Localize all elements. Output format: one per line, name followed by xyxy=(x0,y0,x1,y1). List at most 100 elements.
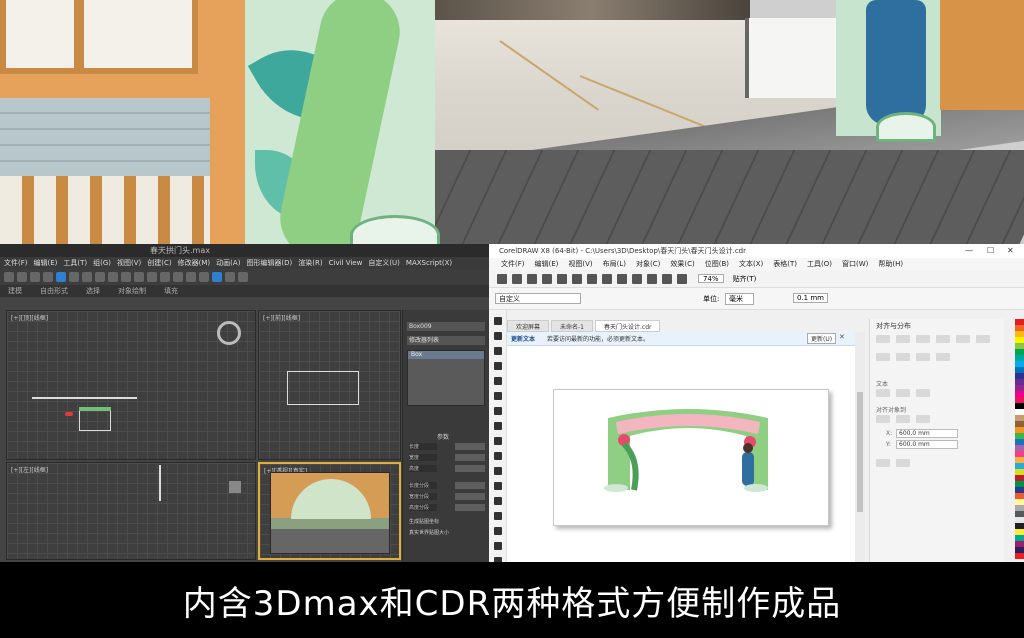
param-spinner[interactable] xyxy=(455,493,485,500)
update-button[interactable]: 更新(U) xyxy=(807,333,837,344)
align-left-icon[interactable] xyxy=(876,335,890,343)
scale-icon[interactable] xyxy=(108,272,118,282)
cut-icon[interactable] xyxy=(557,274,567,284)
rectangle-tool-icon[interactable] xyxy=(493,407,502,415)
render-icon[interactable] xyxy=(225,272,235,282)
align-target-icon[interactable] xyxy=(876,415,890,423)
eyedropper-icon[interactable] xyxy=(493,527,502,535)
max-menu-render[interactable]: 渲染(R) xyxy=(298,258,322,268)
material-editor-icon[interactable] xyxy=(199,272,209,282)
render-setup-icon[interactable] xyxy=(212,272,222,282)
copy-icon[interactable] xyxy=(572,274,582,284)
param-spinner[interactable] xyxy=(455,443,485,450)
distribute-icon[interactable] xyxy=(916,353,930,361)
x-position-field[interactable]: 600.0 mm xyxy=(896,429,958,438)
cdr-menu-window[interactable]: 窗口(W) xyxy=(842,259,868,269)
align-middle-icon[interactable] xyxy=(956,335,970,343)
zoom-tool-icon[interactable] xyxy=(493,362,502,370)
undo-icon[interactable] xyxy=(4,272,14,282)
tab-populate[interactable]: 填充 xyxy=(164,286,178,296)
max-menu-maxscript[interactable]: MAXScript(X) xyxy=(406,259,452,267)
print-icon[interactable] xyxy=(542,274,552,284)
y-position-field[interactable]: 600.0 mm xyxy=(896,440,958,449)
artistic-media-icon[interactable] xyxy=(493,392,502,400)
param-spinner[interactable] xyxy=(455,482,485,489)
viewcube-icon[interactable] xyxy=(217,321,241,345)
cdr-menu-text[interactable]: 文本(X) xyxy=(739,259,763,269)
freehand-tool-icon[interactable] xyxy=(493,377,502,385)
viewport-front[interactable]: [+][前][线框] xyxy=(258,310,401,460)
cdr-menu-effects[interactable]: 效果(C) xyxy=(670,259,694,269)
map-coords-checkbox[interactable]: 生成贴图坐标 xyxy=(409,518,439,525)
align-target-icon[interactable] xyxy=(916,415,930,423)
tab-modeling[interactable]: 建模 xyxy=(8,286,22,296)
text-align-icon[interactable] xyxy=(876,389,890,397)
publish-pdf-icon[interactable] xyxy=(677,274,687,284)
align-bottom-icon[interactable] xyxy=(976,335,990,343)
viewport-top[interactable]: [+][顶][线框] xyxy=(6,310,256,460)
distribute-icon[interactable] xyxy=(936,353,950,361)
max-menu-animation[interactable]: 动画(A) xyxy=(216,258,240,268)
maximize-icon[interactable]: ☐ xyxy=(987,244,994,258)
max-menu-civil[interactable]: Civil View xyxy=(329,259,363,267)
cdr-menu-layout[interactable]: 布局(L) xyxy=(603,259,626,269)
search-icon[interactable] xyxy=(632,274,642,284)
real-world-checkbox[interactable]: 真实世界贴图大小 xyxy=(409,529,449,536)
cdr-menu-view[interactable]: 视图(V) xyxy=(568,259,592,269)
align-icon[interactable] xyxy=(160,272,170,282)
tab-selection[interactable]: 选择 xyxy=(86,286,100,296)
pick-tool-icon[interactable] xyxy=(493,317,502,325)
tab-design-file[interactable]: 春天门头设计.cdr xyxy=(595,320,661,332)
redo-icon[interactable] xyxy=(617,274,627,284)
palette-swatch[interactable] xyxy=(1015,553,1024,559)
minimize-icon[interactable]: — xyxy=(965,244,973,258)
page-preset-dropdown[interactable]: 自定义 xyxy=(495,293,581,304)
ellipse-tool-icon[interactable] xyxy=(493,422,502,430)
distribute-spacing-icon[interactable] xyxy=(876,459,890,467)
max-menu-file[interactable]: 文件(F) xyxy=(4,258,28,268)
cdr-workspace[interactable]: 更新文本 若要访问最新的功能，必须更新文本。 更新(U) ✕ xyxy=(507,332,855,562)
scroll-thumb[interactable] xyxy=(857,392,863,512)
drop-shadow-icon[interactable] xyxy=(493,497,502,505)
import-icon[interactable] xyxy=(647,274,657,284)
polygon-tool-icon[interactable] xyxy=(493,437,502,445)
text-align-icon[interactable] xyxy=(896,389,910,397)
cdr-menu-file[interactable]: 文件(F) xyxy=(501,259,525,269)
angle-snap-icon[interactable] xyxy=(134,272,144,282)
max-menu-views[interactable]: 视图(V) xyxy=(117,258,141,268)
cdr-menu-table[interactable]: 表格(T) xyxy=(773,259,797,269)
move-icon[interactable] xyxy=(82,272,92,282)
tab-object-paint[interactable]: 对象绘制 xyxy=(118,286,146,296)
open-icon[interactable] xyxy=(512,274,522,284)
zoom-level-dropdown[interactable]: 74% xyxy=(698,274,724,283)
select-icon[interactable] xyxy=(56,272,66,282)
cdr-menu-tools[interactable]: 工具(O) xyxy=(807,259,832,269)
text-tool-icon[interactable] xyxy=(493,452,502,460)
max-menu-modifiers[interactable]: 修改器(M) xyxy=(178,258,211,268)
max-menu-group[interactable]: 组(G) xyxy=(93,258,111,268)
select-region-icon[interactable] xyxy=(69,272,79,282)
cdr-menu-edit[interactable]: 编辑(E) xyxy=(535,259,559,269)
max-menu-create[interactable]: 创建(C) xyxy=(147,258,171,268)
redo-icon[interactable] xyxy=(17,272,27,282)
shape-tool-icon[interactable] xyxy=(493,332,502,340)
viewport-left[interactable]: [+][左][线框] xyxy=(6,462,256,560)
rotate-icon[interactable] xyxy=(95,272,105,282)
transparency-icon[interactable] xyxy=(493,512,502,520)
fill-icon[interactable] xyxy=(493,542,502,550)
align-target-icon[interactable] xyxy=(896,415,910,423)
align-top-icon[interactable] xyxy=(936,335,950,343)
param-spinner[interactable] xyxy=(455,465,485,472)
close-icon[interactable]: ✕ xyxy=(839,333,845,341)
max-menu-edit[interactable]: 编辑(E) xyxy=(34,258,58,268)
layer-icon[interactable] xyxy=(173,272,183,282)
nudge-field[interactable]: 0.1 mm xyxy=(793,293,828,303)
close-icon[interactable]: ✕ xyxy=(1007,244,1014,258)
new-file-icon[interactable] xyxy=(497,274,507,284)
distribute-spacing-icon[interactable] xyxy=(896,459,910,467)
tab-untitled[interactable]: 未命名-1 xyxy=(551,320,593,332)
paste-icon[interactable] xyxy=(587,274,597,284)
object-name-field[interactable]: Box009 xyxy=(407,322,485,331)
param-spinner[interactable] xyxy=(455,454,485,461)
max-menu-customize[interactable]: 自定义(U) xyxy=(368,258,400,268)
